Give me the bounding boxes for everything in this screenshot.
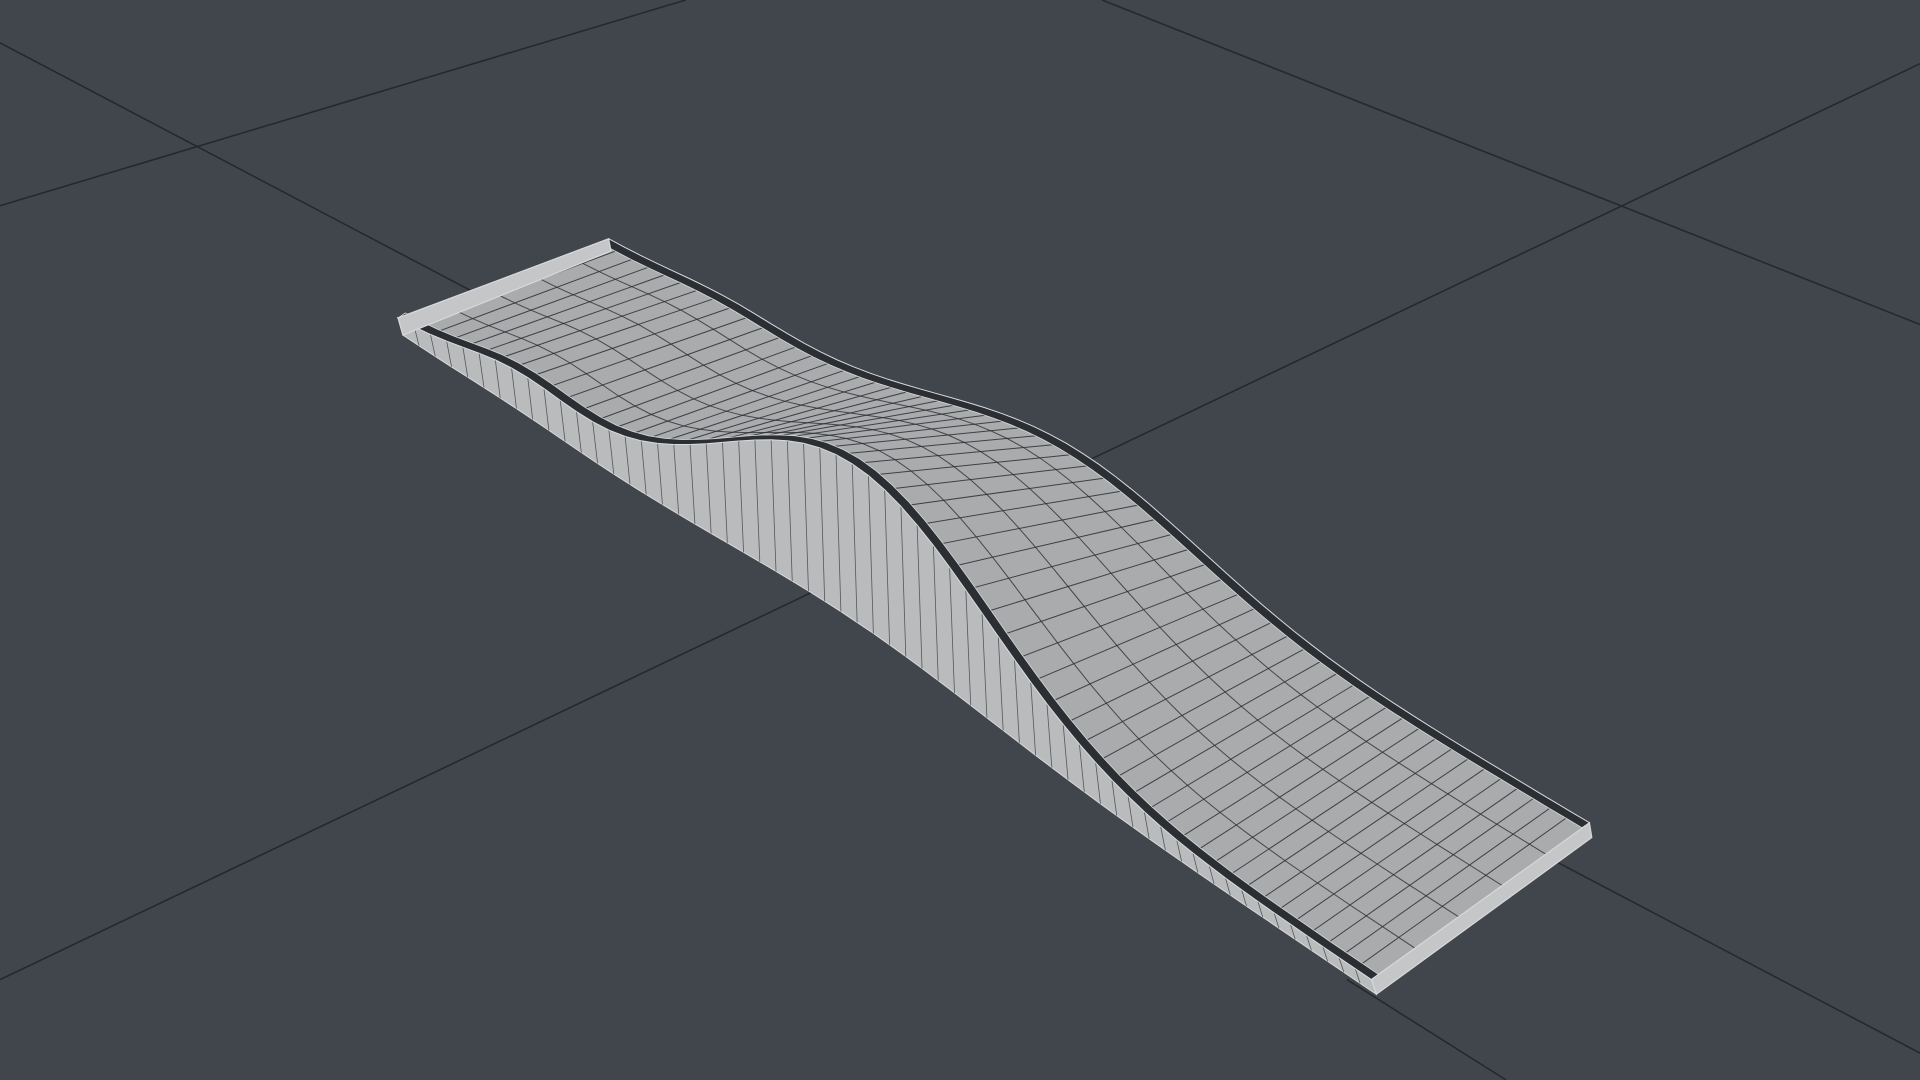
mesh-top-face <box>396 238 1591 981</box>
viewport-scene <box>0 0 1920 1080</box>
grid-line <box>1346 978 1507 1080</box>
3d-viewport[interactable] <box>0 0 1920 1080</box>
grid-line <box>1101 0 1920 326</box>
grid-line <box>0 0 686 207</box>
wave-bench-mesh[interactable] <box>396 237 1593 996</box>
